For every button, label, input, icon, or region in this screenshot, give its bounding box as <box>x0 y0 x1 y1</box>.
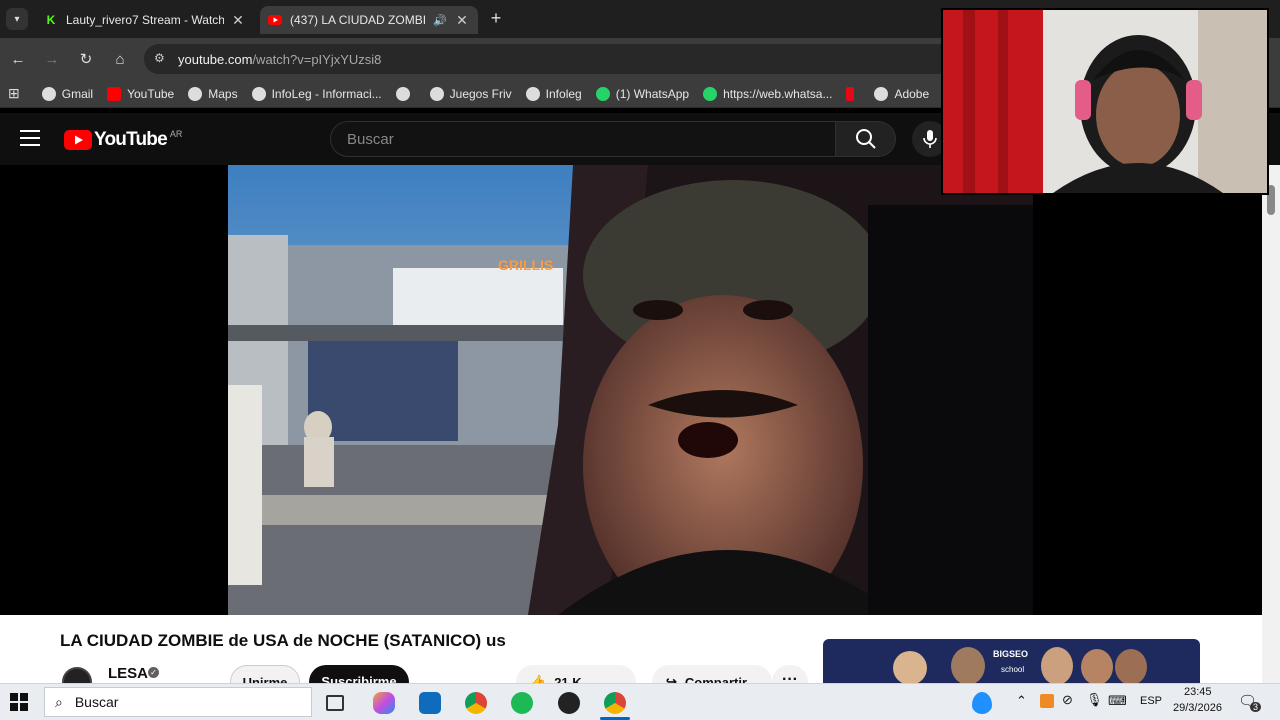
webcam-feed <box>943 10 1267 193</box>
bookmark-whatsapp[interactable]: (1) WhatsApp <box>595 86 689 101</box>
globe-icon <box>525 86 540 101</box>
globe-icon <box>874 86 889 101</box>
windows-taskbar: ⌕ Buscar ⌃ ⊘ 🎙 ⌨ ESP 23:45 29/3/2026 🗨 3 <box>0 683 1280 720</box>
new-tab-button[interactable]: + <box>486 8 506 28</box>
close-icon[interactable]: ✕ <box>230 12 246 29</box>
tab-kick-stream[interactable]: K Lauty_rivero7 Stream - Watch Li ✕ <box>36 6 254 34</box>
video-frame[interactable]: GRILLIS <box>228 165 1033 615</box>
keyboard-icon[interactable]: ⌨ <box>1108 693 1127 709</box>
video-player[interactable]: GRILLIS <box>0 165 1262 615</box>
network-off-icon[interactable]: ⊘ <box>1062 692 1073 708</box>
chrome-active-icon[interactable] <box>604 692 626 714</box>
youtube-icon <box>107 86 122 101</box>
video-details: LA CIUDAD ZOMBIE de USA de NOCHE (SATANI… <box>0 615 1262 699</box>
bookmark-gmail[interactable]: Gmail <box>41 86 93 101</box>
sign-text: GRILLIS <box>498 257 553 273</box>
youtube-icon <box>64 130 92 150</box>
netflix-icon <box>846 86 855 101</box>
page-scrollbar[interactable] <box>1262 165 1280 683</box>
app-icon[interactable] <box>558 692 580 714</box>
channel-name[interactable]: LESA <box>108 665 148 682</box>
globe-icon <box>41 86 56 101</box>
apps-icon[interactable]: ⊞ <box>8 85 20 102</box>
bookmark-adobe[interactable]: Adobe <box>874 86 929 101</box>
globe-icon <box>251 86 266 101</box>
bookmark-whatsapp-web[interactable]: https://web.whatsa... <box>703 86 832 101</box>
verified-icon: ✓ <box>148 667 159 678</box>
bookmark-maps[interactable]: Maps <box>188 86 238 101</box>
bookmark-youtube[interactable]: YouTube <box>107 86 174 101</box>
bookmark-netflix[interactable] <box>846 86 860 101</box>
globe-icon <box>429 86 444 101</box>
microphone-icon[interactable]: 🎙 <box>1086 692 1103 708</box>
ad-brand: BIGSEO <box>993 649 1029 659</box>
url-path: /watch?v=pIYjxYUzsi8 <box>252 51 382 67</box>
video-scene: GRILLIS <box>228 165 1033 615</box>
search-icon <box>855 129 876 149</box>
ad-brand-sub: school <box>1001 665 1025 674</box>
globe-icon <box>188 86 203 101</box>
close-icon[interactable]: ✕ <box>454 12 470 29</box>
chevron-up-icon[interactable]: ⌃ <box>1016 693 1027 709</box>
address-bar[interactable]: ⚙ youtube.com/watch?v=pIYjxYUzsi8 <box>144 44 964 74</box>
clock-time[interactable]: 23:45 <box>1184 686 1212 698</box>
language-indicator[interactable]: ESP <box>1140 695 1162 707</box>
windows-start-button[interactable] <box>10 693 28 711</box>
tab-title: Lauty_rivero7 Stream - Watch Li <box>66 13 224 27</box>
taskbar-search-box[interactable]: ⌕ Buscar <box>44 687 312 717</box>
speaker-icon[interactable]: 🔊 <box>432 14 448 27</box>
spotify-icon[interactable] <box>511 692 533 714</box>
chrome-icon[interactable] <box>465 692 487 714</box>
kick-icon: K <box>46 13 56 27</box>
weather-drop-icon[interactable] <box>972 692 992 714</box>
youtube-icon <box>268 13 282 27</box>
tab-search-button[interactable]: ▾ <box>6 8 28 30</box>
whatsapp-icon <box>595 86 610 101</box>
bookmark-infoleg-informacion[interactable]: InfoLeg - Informaci... <box>251 86 382 101</box>
tab-youtube-video[interactable]: (437) LA CIUDAD ZOMBIE d 🔊 ✕ <box>260 6 478 34</box>
tray-app-icon[interactable] <box>1040 694 1054 708</box>
webcam-overlay <box>941 8 1269 195</box>
outlook-icon[interactable] <box>419 692 441 714</box>
video-title: LA CIUDAD ZOMBIE de USA de NOCHE (SATANI… <box>60 631 506 650</box>
ad-banner[interactable]: BIGSEO school <box>823 639 1200 685</box>
site-info-icon[interactable]: ⚙ <box>154 51 165 65</box>
forward-button[interactable]: → <box>40 47 64 71</box>
url-host: youtube.com <box>178 51 253 67</box>
region-code: AR <box>169 129 183 139</box>
menu-icon[interactable] <box>20 130 40 146</box>
home-button[interactable]: ⌂ <box>108 47 132 71</box>
microphone-icon <box>923 130 937 148</box>
search-icon: ⌕ <box>55 693 63 710</box>
globe-icon <box>395 86 410 101</box>
search-input[interactable]: Buscar <box>330 121 836 157</box>
bookmark-untitled[interactable] <box>395 86 416 101</box>
task-view-icon[interactable] <box>326 695 344 711</box>
whatsapp-icon <box>703 86 718 101</box>
reload-button[interactable]: ↻ <box>74 47 98 71</box>
back-button[interactable]: ← <box>6 47 30 71</box>
tab-title: (437) LA CIUDAD ZOMBIE d <box>290 13 426 27</box>
youtube-logo[interactable]: YouTube AR <box>64 129 182 151</box>
notification-count: 3 <box>1250 702 1262 712</box>
logo-text: YouTube <box>94 129 168 150</box>
clock-date[interactable]: 29/3/2026 <box>1173 702 1222 714</box>
windows-icon <box>10 693 28 711</box>
bookmark-juegos-friv[interactable]: Juegos Friv <box>429 86 512 101</box>
copilot-icon[interactable] <box>373 692 395 714</box>
search-button[interactable] <box>836 121 896 157</box>
bookmark-infoleg[interactable]: Infoleg <box>525 86 582 101</box>
